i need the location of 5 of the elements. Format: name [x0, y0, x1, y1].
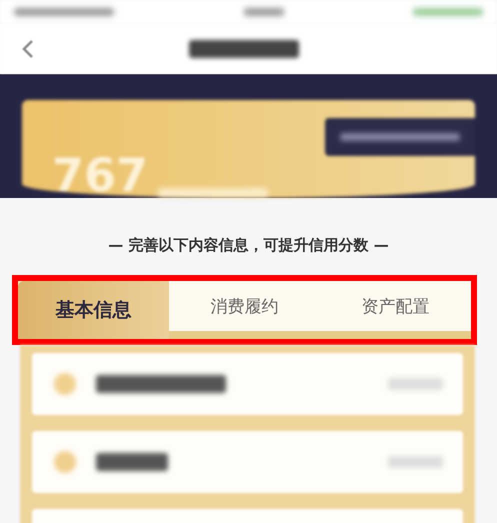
tab[interactable]: 基本信息: [18, 281, 169, 339]
hint-text: — 完善以下内容信息，可提升信用分数 —: [107, 236, 390, 255]
credit-score: 767: [52, 152, 148, 198]
tab[interactable]: 消费履约: [169, 281, 320, 331]
tab[interactable]: 资产配置: [320, 281, 471, 331]
